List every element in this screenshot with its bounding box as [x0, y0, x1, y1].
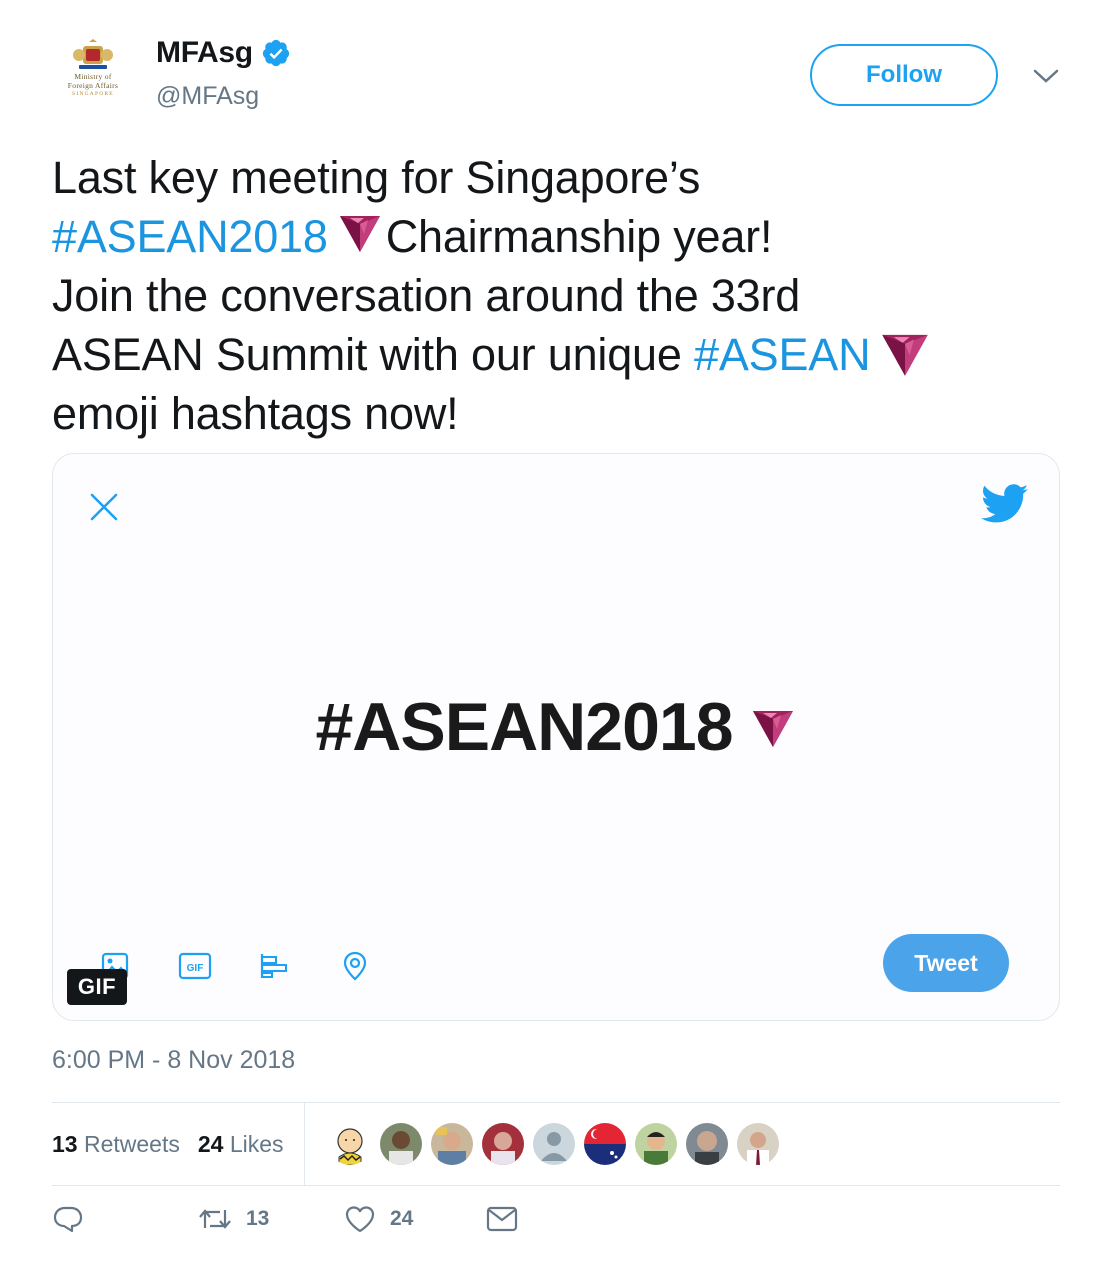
- avatar[interactable]: [479, 1121, 526, 1167]
- tweet-line-3: Join the conversation around the 33rd: [52, 270, 801, 321]
- tweet-actions: 13 24: [52, 1204, 518, 1234]
- close-icon: [89, 492, 119, 527]
- tweet-button-graphic: Tweet: [883, 934, 1009, 992]
- retweets-stat[interactable]: 13 Retweets: [52, 1131, 180, 1158]
- reply-icon: [53, 1206, 83, 1233]
- hashtag-link-asean[interactable]: #ASEAN: [694, 329, 871, 380]
- likes-stat[interactable]: 24 Likes: [198, 1131, 284, 1158]
- retweets-count: 13: [52, 1130, 78, 1157]
- retweet-count: 13: [246, 1207, 270, 1230]
- tweet-line-4: ASEAN Summit with our unique #ASEAN: [52, 325, 1052, 384]
- like-button[interactable]: 24: [344, 1204, 486, 1234]
- avatar[interactable]: [428, 1121, 475, 1167]
- location-pin-icon: [335, 946, 375, 986]
- gif-icon: GIF: [175, 946, 215, 986]
- display-name[interactable]: MFAsg: [156, 36, 253, 70]
- media-gif-card[interactable]: #ASEAN2018 GIF Tweet GIF: [52, 453, 1060, 1021]
- handle[interactable]: @MFAsg: [156, 82, 259, 111]
- retweets-label: Retweets: [83, 1130, 180, 1157]
- reply-button[interactable]: [52, 1204, 182, 1234]
- hashtag-link-asean2018[interactable]: #ASEAN2018: [52, 211, 328, 262]
- divider: [52, 1185, 1060, 1186]
- gif-badge: GIF: [67, 969, 127, 1005]
- avatar[interactable]: [326, 1121, 373, 1167]
- avatar[interactable]: [683, 1121, 730, 1167]
- chevron-down-icon[interactable]: [1032, 66, 1060, 91]
- avatar[interactable]: [581, 1121, 628, 1167]
- follow-button[interactable]: Follow: [810, 44, 998, 106]
- tweet-timestamp[interactable]: 6:00 PM - 8 Nov 2018: [52, 1046, 295, 1075]
- avatar[interactable]: [377, 1121, 424, 1167]
- retweet-icon: [199, 1209, 231, 1229]
- retweet-button[interactable]: 13: [198, 1204, 344, 1234]
- envelope-icon: [486, 1206, 518, 1232]
- gif-icon-text: GIF: [187, 963, 204, 974]
- composer-toolbar: GIF: [95, 946, 415, 986]
- tweet-stats: 13 Retweets 24 Likes: [52, 1103, 1060, 1185]
- tweet-line-5: emoji hashtags now!: [52, 388, 459, 439]
- poll-icon: [255, 946, 295, 986]
- heart-icon: [345, 1206, 375, 1233]
- logo-line-1: Ministry of: [74, 72, 112, 81]
- tweet-text: Last key meeting for Singapore’s #ASEAN2…: [52, 148, 1052, 443]
- liker-avatars: [326, 1121, 786, 1167]
- tweet-line-2: #ASEAN2018 Chairmanship year!: [52, 211, 773, 262]
- like-count: 24: [390, 1207, 414, 1230]
- logo-line-3: SINGAPORE: [72, 91, 114, 97]
- likes-count: 24: [197, 1130, 224, 1157]
- coat-of-arms-icon: [73, 39, 113, 69]
- avatar[interactable]: [734, 1121, 781, 1167]
- stats-separator: [303, 1103, 305, 1185]
- tweet-header: Ministry of Foreign Affairs SINGAPORE MF…: [52, 30, 1062, 120]
- gif-center-hashtag: #ASEAN2018: [53, 688, 1059, 766]
- asean-gem-emoji-icon: [882, 334, 929, 376]
- verified-badge-icon: [261, 38, 291, 68]
- avatar[interactable]: [632, 1121, 679, 1167]
- likes-label: Likes: [229, 1130, 284, 1157]
- asean-gem-emoji-icon: [339, 216, 380, 252]
- asean-gem-emoji-icon: [752, 711, 793, 747]
- direct-message-button[interactable]: [486, 1205, 518, 1233]
- account-logo[interactable]: Ministry of Foreign Affairs SINGAPORE: [52, 38, 134, 114]
- logo-line-2: Foreign Affairs: [67, 81, 119, 90]
- name-row[interactable]: MFAsg: [156, 36, 291, 70]
- tweet-line-1: Last key meeting for Singapore’s: [52, 152, 701, 203]
- twitter-bird-icon: [981, 484, 1029, 529]
- avatar[interactable]: [530, 1121, 577, 1167]
